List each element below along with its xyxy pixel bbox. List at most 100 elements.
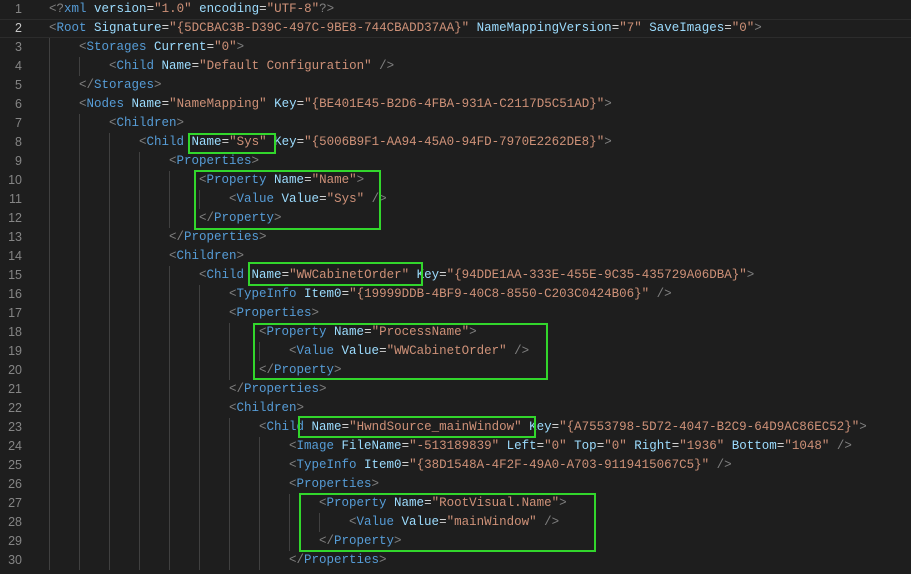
attribute-token: Key — [416, 268, 440, 282]
tag-token: Value — [356, 515, 395, 529]
line-number: 20 — [8, 363, 22, 377]
indent-guide — [139, 171, 140, 190]
indent-guide — [259, 475, 260, 494]
indent-guide — [289, 532, 290, 551]
code-line[interactable]: 8 <Child Name="Sys" Key="{5006B9F1-AA94-4… — [0, 133, 911, 152]
code-line[interactable]: 9 <Properties> — [0, 152, 911, 171]
indent-guide — [139, 551, 140, 570]
indent-guide — [199, 304, 200, 323]
equals-token: = — [191, 59, 200, 73]
code-editor[interactable]: 1 <?xml version="1.0" encoding="UTF-8"?> 2… — [0, 0, 911, 574]
line-number: 3 — [15, 40, 22, 54]
equals-token: = — [724, 21, 732, 35]
indent-guide — [109, 285, 110, 304]
code-line[interactable]: 10 <Property Name="Name"> — [0, 171, 911, 190]
code-line[interactable]: 28 <Value Value="mainWindow" /> — [0, 513, 911, 532]
code-line[interactable]: 3 <Storages Current="0"> — [0, 38, 911, 57]
indent-guide — [199, 456, 200, 475]
string-token: "1048" — [784, 439, 830, 453]
punctuation-token: /> — [371, 192, 387, 206]
code-line[interactable]: 29 </Property> — [0, 532, 911, 551]
attribute-token: Name — [191, 135, 222, 149]
indent-guide — [169, 418, 170, 437]
code-line[interactable]: 6 <Nodes Name="NameMapping" Key="{BE401E4… — [0, 95, 911, 114]
code-line[interactable]: 22 <Children> — [0, 399, 911, 418]
code-line[interactable]: 2 <Root Signature="{5DCBAC3B-D39C-497C-9B… — [0, 19, 911, 38]
indent-guide — [139, 399, 140, 418]
punctuation-token: > — [371, 477, 380, 491]
punctuation-token: /> — [544, 515, 560, 529]
indent-guide — [109, 266, 110, 285]
code-text: <Properties> — [169, 152, 259, 171]
punctuation-token: > — [154, 78, 162, 92]
indent-guide — [229, 494, 230, 513]
code-line[interactable]: 26 <Properties> — [0, 475, 911, 494]
string-token: "UTF-8" — [266, 2, 320, 16]
string-token: "HwndSource_mainWindow" — [349, 420, 522, 434]
indent-guide — [49, 494, 50, 513]
code-line[interactable]: 7 <Children> — [0, 114, 911, 133]
indent-guide — [229, 513, 230, 532]
code-line[interactable]: 11 <Value Value="Sys" /> — [0, 190, 911, 209]
punctuation-token: /> — [514, 344, 530, 358]
code-line[interactable]: 5 </Storages> — [0, 76, 911, 95]
indent-guide — [79, 190, 80, 209]
indent-guide — [139, 418, 140, 437]
punctuation-token: < — [289, 458, 297, 472]
code-text: <Child Name="WWCabinetOrder" Key="{94DDE… — [199, 266, 754, 285]
equals-token: = — [206, 40, 215, 54]
code-line[interactable]: 20 </Property> — [0, 361, 911, 380]
tag-token: Storages — [94, 78, 155, 92]
string-token: "0" — [214, 40, 237, 54]
code-line[interactable]: 23 <Child Name="HwndSource_mainWindow" Ke… — [0, 418, 911, 437]
indent-guide — [79, 361, 80, 380]
indent-guide — [109, 133, 110, 152]
code-line[interactable]: 30 </Properties> — [0, 551, 911, 570]
code-line[interactable]: 24 <Image FileName="-513189839" Left="0" … — [0, 437, 911, 456]
indent-guide — [79, 532, 80, 551]
punctuation-token: > — [859, 420, 867, 434]
indent-guide — [79, 494, 80, 513]
code-line[interactable]: 4 <Child Name="Default Configuration" /> — [0, 57, 911, 76]
punctuation-token: > — [259, 230, 267, 244]
punctuation-token: > — [311, 306, 320, 320]
attribute-token: encoding — [199, 2, 260, 16]
code-line[interactable]: 1 <?xml version="1.0" encoding="UTF-8"?> — [0, 0, 911, 19]
code-text: <Image FileName="-513189839" Left="0" To… — [289, 437, 852, 456]
code-line[interactable]: 16 <TypeInfo Item0="{19999DDB-4BF9-40C8-8… — [0, 285, 911, 304]
indent-guide — [109, 190, 110, 209]
code-text: <Value Value="Sys" /> — [229, 190, 387, 209]
code-line[interactable]: 17 <Properties> — [0, 304, 911, 323]
indent-guide — [169, 190, 170, 209]
code-line[interactable]: 13 </Properties> — [0, 228, 911, 247]
code-line[interactable]: 18 <Property Name="ProcessName"> — [0, 323, 911, 342]
equals-token: = — [401, 458, 410, 472]
indent-guide — [79, 209, 80, 228]
code-line[interactable]: 19 <Value Value="WWCabinetOrder" /> — [0, 342, 911, 361]
code-line[interactable]: 12 </Property> — [0, 209, 911, 228]
indent-guide — [199, 494, 200, 513]
indent-guide — [49, 247, 50, 266]
attribute-token: Name — [394, 496, 425, 510]
indent-guide — [109, 304, 110, 323]
code-line[interactable]: 21 </Properties> — [0, 380, 911, 399]
punctuation-token: ?> — [319, 2, 335, 16]
indent-guide — [229, 456, 230, 475]
code-line[interactable]: 27 <Property Name="RootVisual.Name"> — [0, 494, 911, 513]
tag-token: Nodes — [86, 97, 125, 111]
code-line[interactable]: 25 <TypeInfo Item0="{38D1548A-4F2F-49A0-A… — [0, 456, 911, 475]
attribute-token: Item0 — [364, 458, 402, 472]
code-line[interactable]: 15 <Child Name="WWCabinetOrder" Key="{94D… — [0, 266, 911, 285]
indent-guide — [49, 114, 50, 133]
indent-guide — [49, 361, 50, 380]
attribute-token: NameMappingVersion — [476, 21, 612, 35]
code-line[interactable]: 14 <Children> — [0, 247, 911, 266]
code-text: <?xml version="1.0" encoding="UTF-8"?> — [49, 0, 334, 19]
